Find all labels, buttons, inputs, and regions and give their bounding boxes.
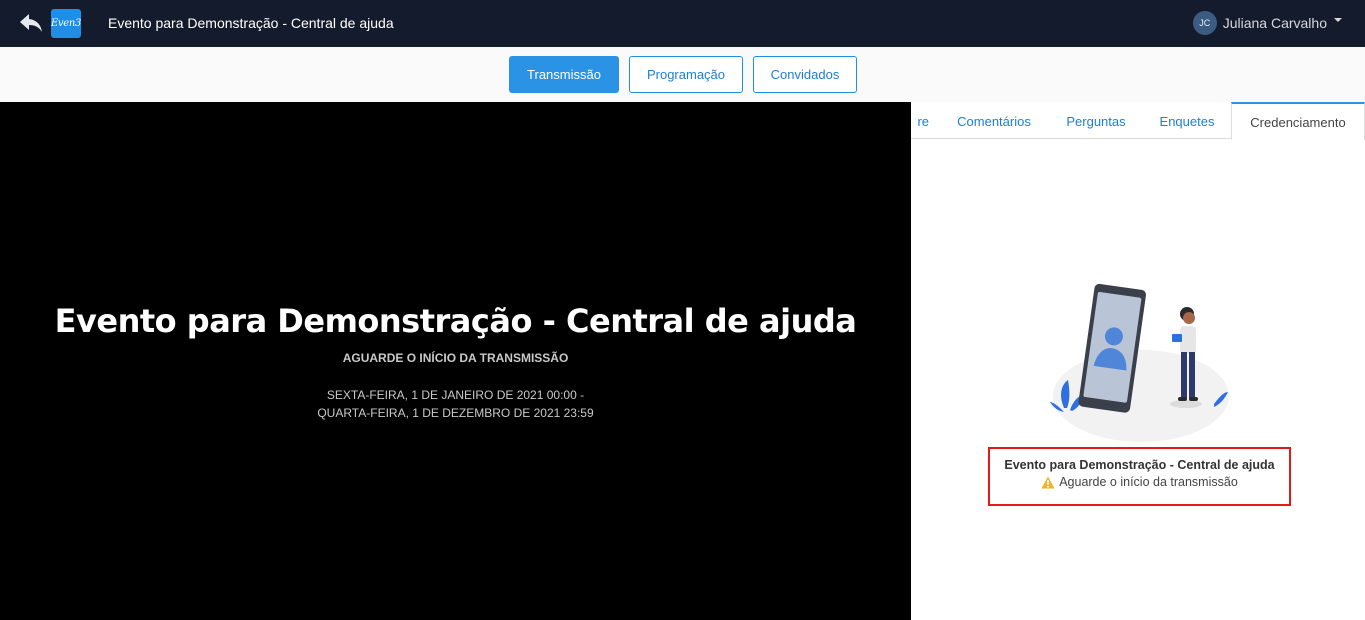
- section-nav: Transmissão Programação Convidados: [0, 47, 1365, 102]
- page-title: Evento para Demonstração - Central de aj…: [108, 15, 394, 31]
- status-text: Aguarde o início da transmissão: [1059, 475, 1238, 489]
- waiting-illustration: [1048, 280, 1233, 443]
- avatar: JC: [1192, 11, 1217, 35]
- tab-transmissao[interactable]: Transmissão: [509, 56, 619, 93]
- player-status: AGUARDE O INÍCIO DA TRANSMISSÃO: [342, 351, 569, 365]
- status-event-title: Evento para Demonstração - Central de aj…: [1004, 458, 1275, 472]
- player-date-end: QUARTA-FEIRA, 1 DE DEZEMBRO DE 2021 23:5…: [317, 406, 594, 420]
- user-menu[interactable]: JC Juliana Carvalho: [1192, 11, 1342, 35]
- tab-comentarios[interactable]: Comentários: [944, 102, 1044, 139]
- player-date-start: SEXTA-FEIRA, 1 DE JANEIRO DE 2021 00:00 …: [326, 388, 585, 402]
- user-name: Juliana Carvalho: [1222, 15, 1327, 31]
- player-event-title: Evento para Demonstração - Central de aj…: [54, 302, 857, 340]
- warning-icon: [1041, 476, 1055, 488]
- chevron-down-icon: [1334, 18, 1342, 22]
- side-panel: re Comentários Perguntas Enquetes Creden…: [911, 102, 1365, 620]
- top-bar: Even3 Evento para Demonstração - Central…: [0, 0, 1365, 47]
- video-player[interactable]: Evento para Demonstração - Central de aj…: [0, 102, 911, 620]
- tab-enquetes[interactable]: Enquetes: [1147, 102, 1227, 139]
- tab-programacao[interactable]: Programação: [629, 56, 743, 93]
- tab-perguntas[interactable]: Perguntas: [1055, 102, 1137, 139]
- tab-convidados[interactable]: Convidados: [753, 56, 857, 93]
- status-line: Aguarde o início da transmissão: [990, 475, 1289, 489]
- tab-credenciamento[interactable]: Credenciamento: [1231, 102, 1365, 140]
- tab-truncated[interactable]: re: [911, 102, 929, 139]
- side-tabs: re Comentários Perguntas Enquetes Creden…: [911, 102, 1365, 140]
- back-arrow-icon[interactable]: [18, 11, 44, 35]
- even3-logo[interactable]: Even3: [51, 9, 81, 38]
- logo-text: Even3: [50, 18, 82, 29]
- event-status-box: Evento para Demonstração - Central de aj…: [988, 447, 1291, 506]
